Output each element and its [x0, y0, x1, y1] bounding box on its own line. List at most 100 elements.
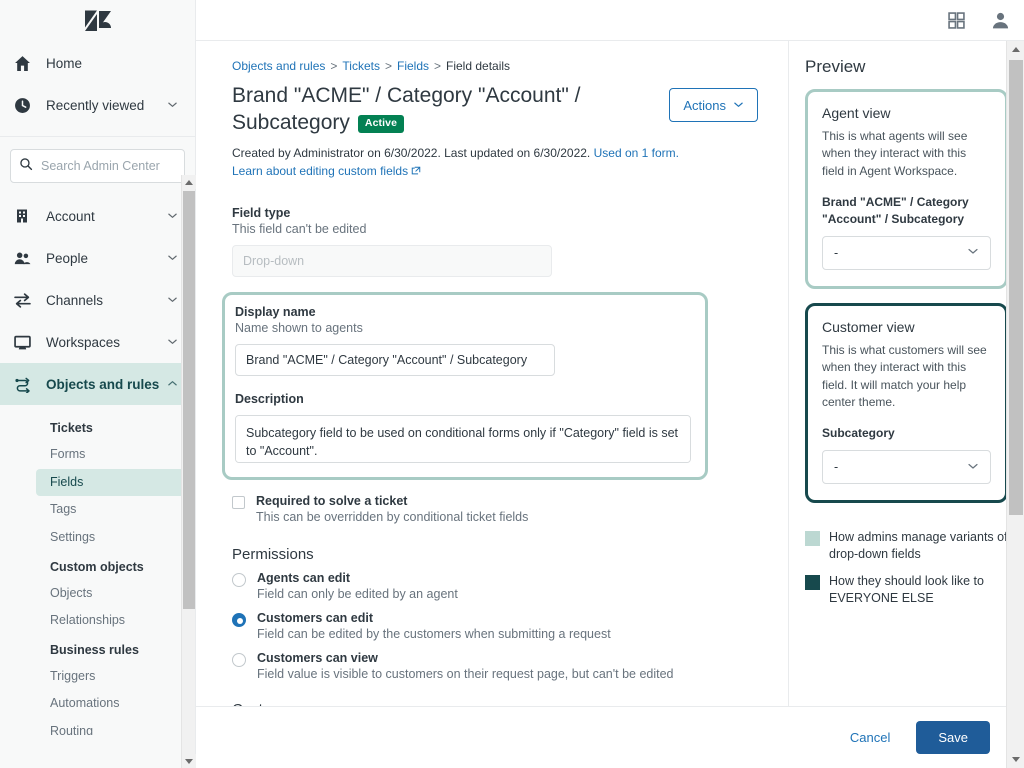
- breadcrumb-field-details: Field details: [446, 59, 511, 73]
- legend-swatch-dark-teal: [805, 574, 820, 590]
- status-badge: Active: [357, 114, 405, 134]
- agent-view-body: This is what agents will see when they i…: [822, 129, 968, 178]
- breadcrumb-fields[interactable]: Fields: [397, 59, 429, 73]
- sidebar-item-recently-viewed[interactable]: Recently viewed: [0, 84, 195, 126]
- sidebar-item-objects-and-rules[interactable]: Objects and rules: [0, 363, 195, 405]
- actions-button[interactable]: Actions: [669, 88, 758, 122]
- sidebar-item-fields[interactable]: Fields: [36, 468, 185, 497]
- field-details-content: Objects and rules > Tickets > Fields > Field d…: [196, 41, 788, 706]
- scroll-down-arrow-icon[interactable]: [1007, 751, 1024, 768]
- radio-customers-can-edit[interactable]: [232, 612, 246, 627]
- legend-label: How they should look like to EVERYONE EL…: [829, 573, 984, 605]
- sidebar-item-tags[interactable]: Tags: [36, 496, 185, 524]
- monitor-icon: [14, 334, 36, 351]
- scroll-up-arrow-icon[interactable]: [182, 175, 196, 189]
- permission-label: Agents can edit: [257, 570, 351, 585]
- search-icon: [19, 157, 33, 176]
- scroll-up-arrow-icon[interactable]: [1007, 41, 1024, 58]
- agent-view-dropdown[interactable]: -: [822, 235, 991, 270]
- chevron-down-icon: [167, 209, 181, 224]
- sidebar-item-routing[interactable]: Routing: [36, 718, 185, 735]
- cancel-button[interactable]: Cancel: [846, 724, 894, 751]
- sidebar-item-forms[interactable]: Forms: [36, 441, 185, 469]
- sidebar-item-home[interactable]: Home: [0, 42, 195, 84]
- customer-view-dropdown[interactable]: -: [822, 450, 991, 485]
- used-on-forms-link[interactable]: Used on 1 form.: [594, 146, 679, 160]
- sidebar-item-triggers[interactable]: Triggers: [36, 663, 185, 691]
- main-area: Objects and rules > Tickets > Fields > Field d…: [196, 41, 1024, 768]
- permission-option-customers-can-view[interactable]: Customers can view Field value is visibl…: [232, 651, 758, 681]
- permission-hint: Field can be edited by the customers whe…: [257, 626, 611, 641]
- sidebar-subnav: Tickets Forms Fields Tags Settings Custo…: [0, 405, 195, 735]
- breadcrumb-objects-and-rules[interactable]: Objects and rules: [232, 59, 325, 73]
- sidebar-item-automations[interactable]: Automations: [36, 690, 185, 718]
- scrollbar-thumb[interactable]: [183, 191, 195, 609]
- people-icon: [14, 250, 36, 267]
- save-button[interactable]: Save: [916, 721, 990, 754]
- radio-customers-can-view[interactable]: [232, 652, 246, 667]
- required-to-solve-group: Required to solve a ticket This can be o…: [232, 494, 758, 524]
- sidebar-top-nav: Home Recently viewed: [0, 42, 195, 134]
- subnav-heading-tickets: Tickets: [50, 421, 93, 435]
- legend: How admins manage variants of drop-down …: [805, 529, 1008, 607]
- breadcrumb-separator: >: [330, 59, 338, 73]
- radio-agents-can-edit[interactable]: [232, 572, 246, 587]
- permission-option-agents-can-edit[interactable]: Agents can edit Field can only be edited…: [232, 571, 758, 601]
- field-type-group: Field type This field can't be edited: [232, 206, 758, 277]
- field-type-input: [232, 244, 552, 277]
- sidebar-scrollbar[interactable]: [181, 175, 196, 768]
- page-title: Brand "ACME" / Category "Account" / Subc…: [232, 83, 592, 137]
- subnav-heading-business-rules: Business rules: [50, 642, 139, 657]
- actions-button-label: Actions: [683, 97, 726, 113]
- agent-view-card: Agent view This is what agents will see …: [805, 89, 1008, 289]
- meta-text: Created by Administrator on 6/30/2022. L…: [232, 145, 591, 160]
- sidebar-main-nav: Account People Channels Workspaces Objec…: [0, 195, 195, 405]
- scrollbar-thumb[interactable]: [1009, 60, 1023, 515]
- zendesk-logo-glyph: [84, 10, 111, 31]
- user-avatar-icon[interactable]: [991, 11, 1010, 30]
- sidebar-search: [0, 137, 195, 195]
- chevron-up-icon: [167, 377, 181, 392]
- breadcrumb-separator: >: [434, 59, 442, 73]
- permission-label: Customers can edit: [257, 610, 374, 625]
- sidebar-item-label: Objects and rules: [46, 376, 160, 392]
- grid-apps-icon[interactable]: [948, 11, 965, 29]
- chevron-down-icon: [733, 98, 744, 113]
- breadcrumb: Objects and rules > Tickets > Fields > Field d…: [232, 59, 758, 73]
- sidebar-item-label: Home: [46, 55, 83, 71]
- customer-view-heading: Customer view: [822, 318, 915, 335]
- search-input[interactable]: [39, 158, 176, 174]
- sidebar-item-label: People: [46, 250, 89, 266]
- field-type-hint: This field can't be edited: [232, 221, 367, 236]
- permissions-title: Permissions: [232, 545, 314, 563]
- chevron-down-icon: [167, 335, 181, 350]
- legend-label: How admins manage variants of drop-down …: [829, 530, 1008, 561]
- sidebar-item-people[interactable]: People: [0, 237, 195, 279]
- required-checkbox[interactable]: [232, 495, 245, 509]
- agent-view-dropdown-value: -: [834, 245, 839, 260]
- sidebar-item-relationships[interactable]: Relationships: [36, 607, 185, 635]
- permission-hint: Field can only be edited by an agent: [257, 586, 458, 601]
- field-type-label: Field type: [232, 205, 291, 220]
- display-name-hint: Name shown to agents: [235, 320, 363, 335]
- required-hint: This can be overridden by conditional ti…: [256, 509, 529, 524]
- scroll-down-arrow-icon[interactable]: [182, 754, 196, 768]
- description-textarea[interactable]: Subcategory field to be used on conditio…: [235, 414, 691, 463]
- permission-option-customers-can-edit[interactable]: Customers can edit Field can be edited b…: [232, 611, 758, 641]
- chevron-down-icon: [967, 460, 979, 475]
- learn-about-editing-link[interactable]: Learn about editing custom fields: [232, 164, 408, 178]
- channels-arrows-icon: [14, 292, 36, 309]
- search-box[interactable]: [10, 149, 185, 183]
- zendesk-logo[interactable]: [0, 0, 195, 42]
- objects-rules-icon: [14, 375, 36, 393]
- permission-label: Customers can view: [257, 650, 378, 665]
- sidebar-item-objects[interactable]: Objects: [36, 580, 185, 608]
- page-scrollbar[interactable]: [1006, 41, 1024, 768]
- sidebar-item-account[interactable]: Account: [0, 195, 195, 237]
- sidebar-item-channels[interactable]: Channels: [0, 279, 195, 321]
- display-name-input[interactable]: [235, 343, 555, 376]
- breadcrumb-tickets[interactable]: Tickets: [342, 59, 380, 73]
- sidebar-item-workspaces[interactable]: Workspaces: [0, 321, 195, 363]
- footer-actions: Cancel Save: [196, 706, 1024, 768]
- sidebar-item-settings[interactable]: Settings: [36, 524, 185, 552]
